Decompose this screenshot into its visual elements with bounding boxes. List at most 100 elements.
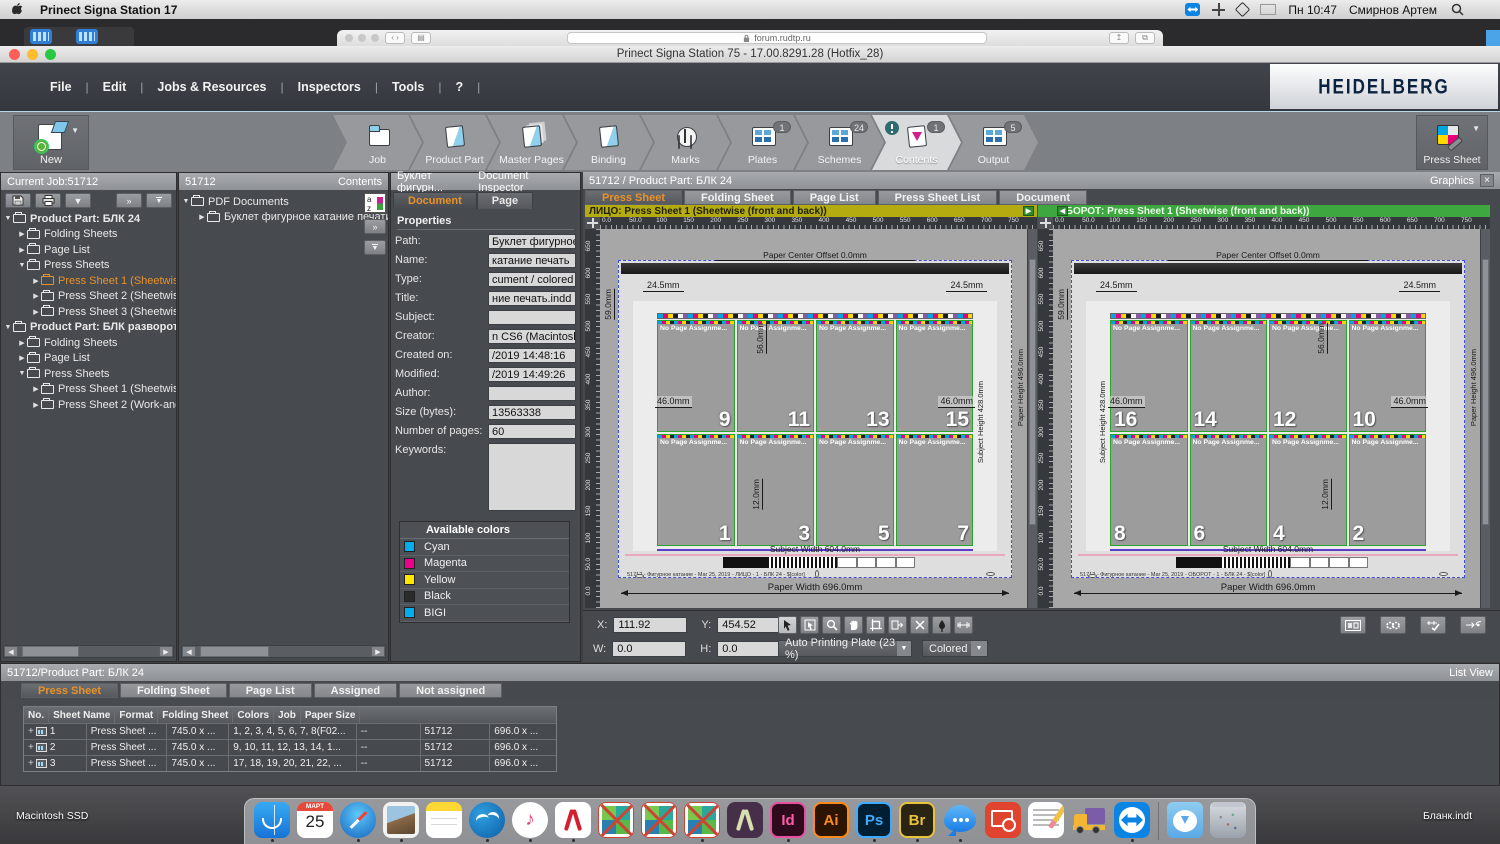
- plate-preview-select[interactable]: Auto Printing Plate (23 %) ▼: [778, 637, 912, 661]
- pan-tool[interactable]: [844, 616, 863, 634]
- desktop-file-label[interactable]: Бланк.indt: [1423, 810, 1472, 822]
- next-sheet-arrow-button[interactable]: ▶: [1023, 206, 1034, 216]
- teamviewer-menubar-icon[interactable]: [1185, 3, 1201, 16]
- measure-check-button[interactable]: [1420, 616, 1446, 634]
- dock-photoshop[interactable]: Ps: [855, 802, 893, 842]
- background-window-fragment[interactable]: [24, 27, 134, 46]
- dock-prinect-1[interactable]: [597, 802, 635, 842]
- tree-expander-icon[interactable]: ▼: [3, 324, 13, 331]
- gears-settings-button[interactable]: [1380, 616, 1406, 634]
- menu-item[interactable]: Inspectors: [294, 74, 365, 100]
- column-header[interactable]: Paper Size: [301, 707, 361, 723]
- contents-tree-item[interactable]: ▼ PDF Documents: [179, 194, 388, 210]
- color-row[interactable]: Cyan: [400, 539, 569, 556]
- tree-expander-icon[interactable]: ▼: [17, 370, 27, 377]
- new-button[interactable]: ▼ New: [13, 115, 89, 170]
- field-value[interactable]: /2019 14:48:16: [488, 348, 576, 363]
- color-row[interactable]: BIGI: [400, 605, 569, 622]
- move-crosshair-icon[interactable]: [1212, 3, 1226, 16]
- tree-expander-icon[interactable]: ▶: [31, 292, 41, 300]
- job-tree-item[interactable]: ▶ Folding Sheets: [1, 335, 176, 351]
- column-header[interactable]: Sheet Name: [49, 707, 116, 723]
- front-paper[interactable]: Paper Center Offset 0.0mm 24.5mm 24.5mm …: [603, 250, 1025, 596]
- scrollbar-thumb[interactable]: [200, 646, 270, 657]
- table-row[interactable]: +1 Press Sheet ... 745.0 x ... 1, 2, 3, …: [24, 723, 556, 739]
- graphics-tab[interactable]: Press Sheet: [585, 190, 682, 205]
- back-pane-vscrollbar[interactable]: [1480, 229, 1490, 608]
- select-tool[interactable]: [778, 616, 797, 634]
- tree-expander-icon[interactable]: ▶: [17, 246, 27, 254]
- ruler-origin-icon[interactable]: [585, 217, 600, 229]
- page-cell[interactable]: No Page Assignme... 5: [816, 434, 894, 546]
- safari-traffic-lights[interactable]: [345, 34, 379, 42]
- workflow-step[interactable]: 1 Contents: [872, 115, 961, 170]
- dock-prinect-2[interactable]: [640, 802, 678, 842]
- job-tree-item[interactable]: ▶ Press Sheet 1 (Sheetwise: [1, 273, 176, 289]
- dock-indesign[interactable]: Id: [769, 802, 807, 842]
- tree-expander-icon[interactable]: ▼: [17, 262, 27, 269]
- dock-safari[interactable]: [339, 802, 377, 842]
- page-cell[interactable]: No Page Assignme... 14: [1189, 320, 1267, 432]
- prev-sheet-arrow-button[interactable]: ◀: [1057, 206, 1068, 216]
- field-value[interactable]: Буклет фигурное: [488, 234, 576, 249]
- workflow-step[interactable]: Marks: [641, 115, 730, 170]
- direct-select-tool[interactable]: [800, 616, 819, 634]
- job-tree-item[interactable]: ▼ Press Sheets: [1, 258, 176, 274]
- page-cell[interactable]: No Page Assignme... 6: [1189, 434, 1267, 546]
- menu-item[interactable]: ?: [451, 74, 467, 100]
- press-sheet-dropdown-caret[interactable]: ▼: [1472, 124, 1480, 133]
- disk-label[interactable]: Macintosh SSD: [16, 810, 88, 822]
- page-cell[interactable]: No Page Assignme... 15: [895, 320, 973, 432]
- column-header[interactable]: Colors: [233, 707, 275, 723]
- tree-expander-icon[interactable]: ▶: [17, 339, 27, 347]
- job-tree-item[interactable]: ▶ Press Sheet 2 (Sheetwise: [1, 289, 176, 305]
- apple-icon[interactable]: [12, 3, 26, 16]
- workflow-step[interactable]: Job: [333, 115, 422, 170]
- column-header[interactable]: Job: [274, 707, 301, 723]
- scroll-left-arrow[interactable]: ◀: [182, 646, 196, 657]
- save-button[interactable]: [5, 193, 31, 208]
- contents-panel-hscrollbar[interactable]: ◀ ▶: [181, 645, 386, 658]
- page-cell[interactable]: No Page Assignme... 9: [657, 320, 735, 432]
- tree-expander-icon[interactable]: ▼: [181, 198, 191, 205]
- graphics-tab[interactable]: Document: [999, 190, 1087, 205]
- dock-teamviewer[interactable]: [1113, 802, 1151, 842]
- workflow-step[interactable]: 5 Output: [949, 115, 1038, 170]
- collapse-all-button[interactable]: ▼: [146, 193, 172, 208]
- tree-expander-icon[interactable]: ▶: [31, 401, 41, 409]
- close-graphics-button[interactable]: ×: [1480, 174, 1494, 187]
- dock-notes[interactable]: [425, 802, 463, 842]
- sort-az-button[interactable]: az: [364, 193, 386, 213]
- job-tree-item[interactable]: ▼ Press Sheets: [1, 366, 176, 382]
- field-value[interactable]: 60: [488, 424, 576, 439]
- dock-remote-desktop[interactable]: [984, 802, 1022, 842]
- keyboard-layout-flag-icon[interactable]: [1260, 4, 1277, 15]
- column-header[interactable]: Folding Sheet: [158, 707, 234, 723]
- field-value[interactable]: ние печать.indd: [488, 291, 576, 306]
- page-cell[interactable]: No Page Assignme... 2: [1348, 434, 1426, 546]
- dock-bridge[interactable]: Br: [898, 802, 936, 842]
- menu-item[interactable]: Edit: [99, 74, 131, 100]
- job-tree-item[interactable]: ▶ Folding Sheets: [1, 227, 176, 243]
- row-expander[interactable]: +: [28, 726, 34, 737]
- column-header[interactable]: No.: [24, 707, 50, 723]
- dock-calendar[interactable]: МАРТ 25: [296, 802, 334, 842]
- field-value[interactable]: 13563338: [488, 405, 576, 420]
- x-input[interactable]: 111.92: [613, 617, 688, 633]
- dock-downloads[interactable]: [1166, 802, 1204, 842]
- field-value[interactable]: [488, 310, 576, 325]
- scroll-right-arrow[interactable]: ▶: [159, 646, 173, 657]
- job-tree-item[interactable]: ▶ Page List: [1, 351, 176, 367]
- menubar-user[interactable]: Смирнов Артем: [1349, 3, 1437, 17]
- front-sheet-canvas[interactable]: Paper Center Offset 0.0mm 24.5mm 24.5mm …: [600, 229, 1027, 608]
- dock-shipping-app[interactable]: [1070, 802, 1108, 842]
- job-panel-hscrollbar[interactable]: ◀ ▶: [3, 645, 174, 658]
- field-value[interactable]: катание печать: [488, 253, 576, 268]
- dock-illustrator[interactable]: Ai: [812, 802, 850, 842]
- page-cell[interactable]: No Page Assignme... 12: [1269, 320, 1347, 432]
- job-tree-item[interactable]: ▼ Product Part: БЛК 24: [1, 211, 176, 227]
- graphics-tab[interactable]: Page List: [792, 190, 876, 205]
- dock-openoffice[interactable]: [468, 802, 506, 842]
- menubar-clock[interactable]: Пн 10:47: [1288, 3, 1337, 17]
- expand-all-button[interactable]: »: [116, 193, 142, 208]
